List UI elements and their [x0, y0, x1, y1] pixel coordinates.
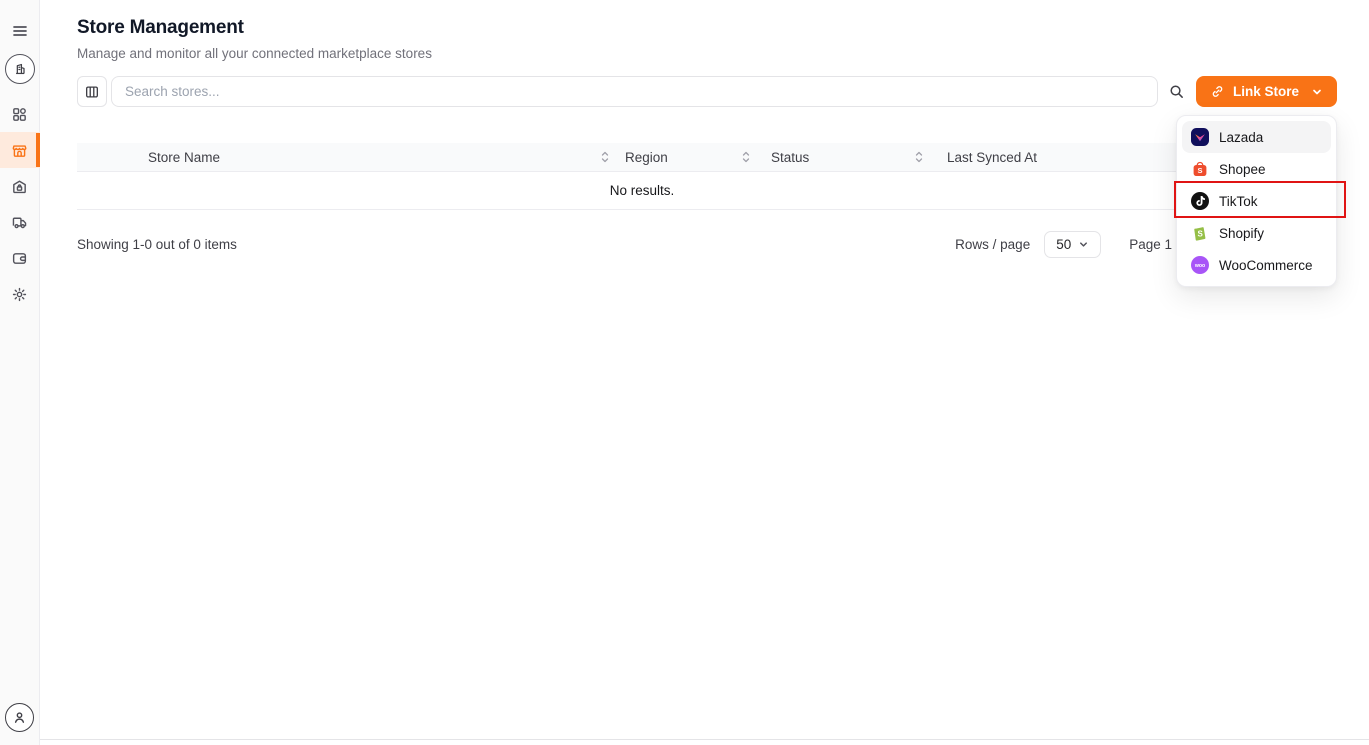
sort-icon [914, 150, 924, 164]
menu-item-tiktok[interactable]: TikTok [1182, 185, 1331, 217]
menu-item-woocommerce[interactable]: woo WooCommerce [1182, 249, 1331, 281]
shopee-icon: S [1191, 160, 1209, 178]
sidebar-item-wallet[interactable] [0, 240, 40, 276]
column-label: Status [771, 150, 809, 165]
column-header-status[interactable]: Status [771, 150, 936, 165]
sidebar-item-logistics[interactable] [0, 204, 40, 240]
items-summary: Showing 1-0 out of 0 items [77, 237, 237, 252]
no-results-message: No results. [77, 183, 1207, 198]
rows-per-page-select[interactable]: 50 [1044, 231, 1101, 258]
sidebar-toggle-button[interactable] [0, 21, 40, 41]
page-bottom-divider [0, 739, 1369, 740]
main-content: Store Management Manage and monitor all … [40, 0, 1369, 745]
sidebar [0, 0, 40, 745]
building-icon [12, 61, 28, 77]
search-input[interactable] [111, 76, 1158, 107]
user-icon [11, 709, 28, 726]
sidebar-item-warehouse[interactable] [0, 168, 40, 204]
dashboard-icon [11, 106, 28, 123]
hamburger-icon [11, 22, 29, 40]
wallet-icon [11, 250, 28, 267]
app-logo[interactable] [0, 54, 40, 84]
sidebar-item-dashboard[interactable] [0, 96, 40, 132]
link-store-dropdown: Lazada S Shopee TikTok S Shopify woo Woo… [1176, 115, 1337, 287]
truck-icon [11, 214, 28, 231]
sidebar-item-stores[interactable] [0, 132, 40, 168]
gear-icon [11, 286, 28, 303]
menu-item-label: Shopee [1219, 162, 1266, 177]
column-header-store-name[interactable]: Store Name [77, 150, 625, 165]
toolbar: Link Store [77, 76, 1337, 107]
page-subtitle: Manage and monitor all your connected ma… [77, 46, 1337, 61]
table-header-row: Store Name Region Status Last Synced At [77, 143, 1337, 172]
menu-item-shopify[interactable]: S Shopify [1182, 217, 1331, 249]
svg-text:S: S [1197, 166, 1202, 175]
rows-per-page-label: Rows / page [955, 237, 1030, 252]
stores-table: Store Name Region Status Last Synced At [77, 143, 1337, 210]
lazada-icon [1191, 128, 1209, 146]
empty-state-row: No results. [77, 172, 1337, 210]
rows-per-page-value: 50 [1056, 237, 1071, 252]
menu-item-label: Shopify [1219, 226, 1264, 241]
link-store-label: Link Store [1233, 84, 1299, 99]
column-header-region[interactable]: Region [625, 150, 771, 165]
columns-icon [84, 84, 100, 100]
menu-item-label: TikTok [1219, 194, 1258, 209]
svg-text:woo: woo [1194, 263, 1205, 269]
woocommerce-icon: woo [1191, 256, 1209, 274]
user-avatar-button[interactable] [5, 703, 34, 732]
search-button[interactable] [1158, 76, 1196, 107]
chevron-down-icon [1078, 239, 1089, 250]
storefront-icon [11, 142, 28, 159]
search-icon [1168, 83, 1185, 100]
page-indicator: Page 1 [1129, 237, 1172, 252]
menu-item-shopee[interactable]: S Shopee [1182, 153, 1331, 185]
warehouse-icon [11, 178, 28, 195]
menu-item-lazada[interactable]: Lazada [1182, 121, 1331, 153]
sort-icon [741, 150, 751, 164]
sidebar-nav [0, 96, 40, 312]
pagination-bar: Showing 1-0 out of 0 items Rows / page 5… [77, 231, 1337, 258]
sort-icon [600, 150, 610, 164]
columns-view-button[interactable] [77, 76, 107, 107]
link-store-button[interactable]: Link Store [1196, 76, 1337, 107]
menu-item-label: WooCommerce [1219, 258, 1313, 273]
column-label: Last Synced At [947, 150, 1037, 165]
tiktok-icon [1191, 192, 1209, 210]
chevron-down-icon [1311, 86, 1323, 98]
menu-item-label: Lazada [1219, 130, 1263, 145]
page-title: Store Management [77, 17, 1337, 39]
svg-text:S: S [1198, 230, 1204, 239]
sidebar-item-settings[interactable] [0, 276, 40, 312]
column-label: Region [625, 150, 668, 165]
shopify-icon: S [1191, 224, 1209, 242]
column-label: Store Name [148, 150, 220, 165]
link-icon [1210, 84, 1225, 99]
